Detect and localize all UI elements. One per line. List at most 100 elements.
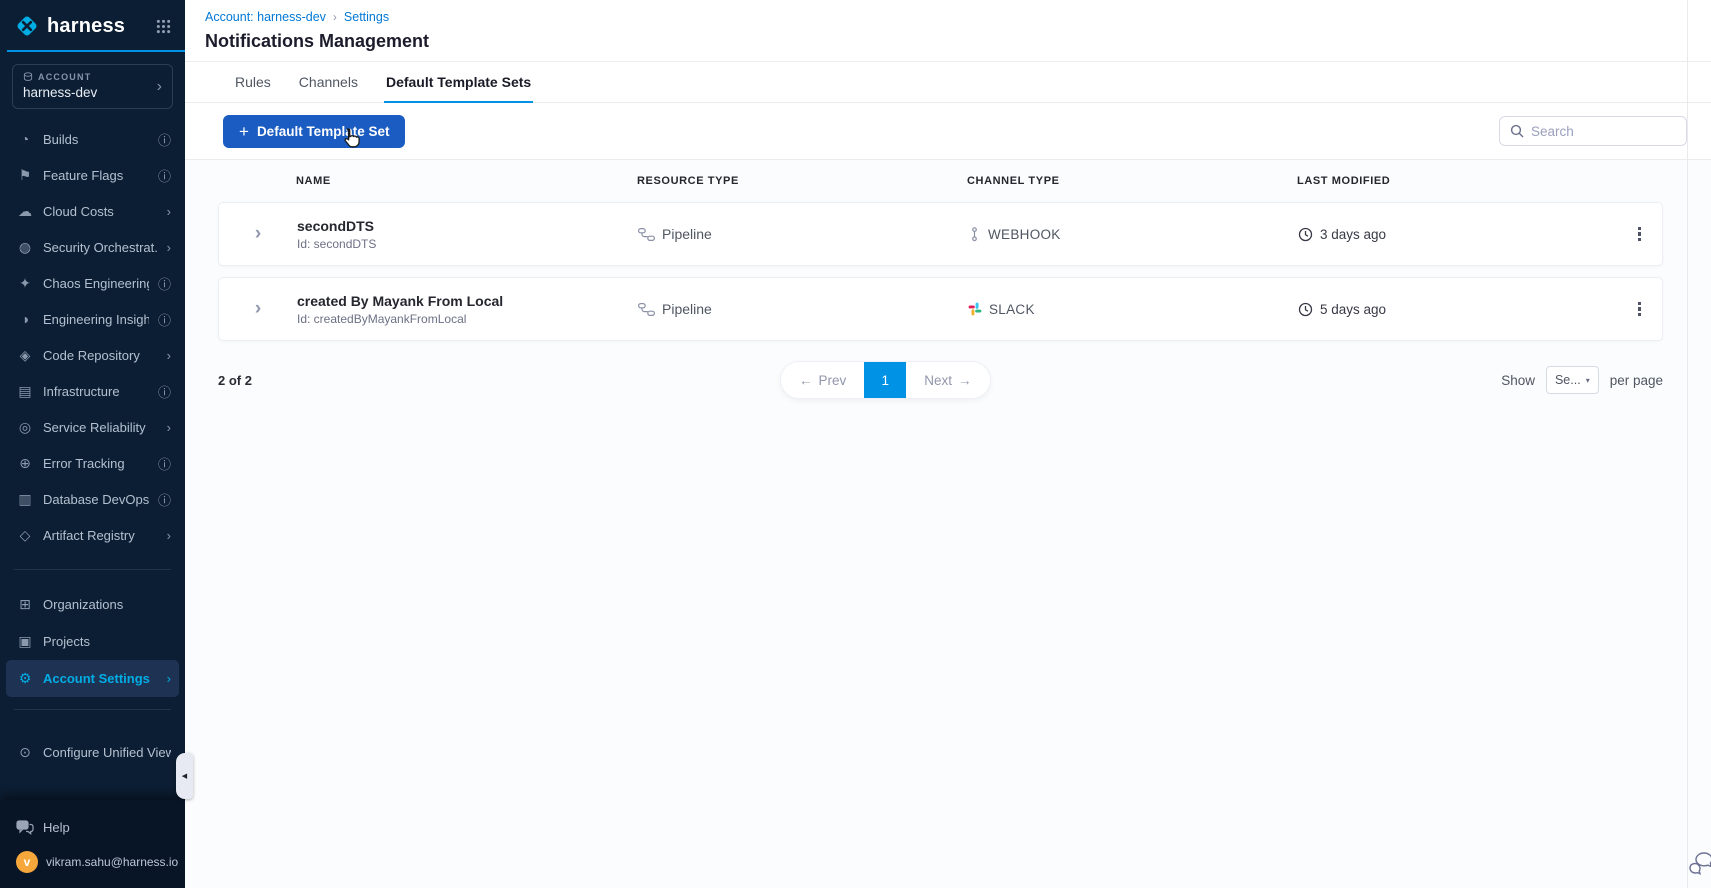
name-cell: created By Mayank From Local Id: created… bbox=[297, 292, 504, 326]
expand-chevron-icon[interactable]: › bbox=[219, 223, 297, 245]
harness-logo-icon bbox=[14, 13, 40, 39]
app-window: harness ACCOUNT harness-dev › ◔ Builds ⓘ… bbox=[0, 0, 1711, 888]
info-icon[interactable]: ⓘ bbox=[158, 490, 171, 509]
collapse-left-arrow-icon: ◀ bbox=[181, 773, 188, 780]
sidebar-item-code-repository[interactable]: ◈ Code Repository › bbox=[6, 337, 179, 373]
sidebar-item-service-reliability[interactable]: ◎ Service Reliability › bbox=[6, 409, 179, 445]
chevron-right-icon: › bbox=[166, 239, 171, 255]
show-label: Show bbox=[1501, 372, 1535, 388]
breadcrumb: Account: harness-dev › Settings bbox=[205, 10, 1711, 24]
infrastructure-icon: ▤ bbox=[18, 382, 32, 399]
info-icon[interactable]: ⓘ bbox=[158, 454, 171, 473]
sidebar-item-configure-unified-view[interactable]: ⊙ Configure Unified View bbox=[6, 734, 179, 771]
toolbar: + Default Template Set bbox=[185, 103, 1711, 160]
sidebar-item-security-orchestration[interactable]: ◍ Security Orchestrat... › bbox=[6, 229, 179, 265]
chevron-right-icon: › bbox=[166, 203, 171, 219]
sidebar-item-builds[interactable]: ◔ Builds ⓘ bbox=[6, 121, 179, 157]
clock-icon bbox=[1298, 302, 1313, 317]
sidebar-item-chaos-engineering[interactable]: ✦ Chaos Engineering ⓘ bbox=[6, 265, 179, 301]
gear-icon: ⚙ bbox=[18, 670, 32, 686]
column-header-resource-type: RESOURCE TYPE bbox=[637, 175, 739, 187]
info-icon[interactable]: ⓘ bbox=[158, 382, 171, 401]
chevron-right-icon: › bbox=[166, 671, 171, 686]
chevron-right-icon: › bbox=[166, 527, 171, 543]
sidebar-item-cloud-costs[interactable]: ☁ Cloud Costs › bbox=[6, 193, 179, 229]
tab-default-template-sets[interactable]: Default Template Sets bbox=[383, 62, 534, 103]
avatar: v bbox=[16, 851, 38, 873]
support-chat-widget-icon[interactable] bbox=[1688, 851, 1711, 880]
projects-icon: ▣ bbox=[18, 633, 32, 649]
pipeline-icon bbox=[638, 302, 655, 316]
configure-unified-view-icon: ⊙ bbox=[19, 744, 31, 760]
sidebar-item-infrastructure[interactable]: ▤ Infrastructure ⓘ bbox=[6, 373, 179, 409]
feature-flags-icon: ⚑ bbox=[18, 166, 32, 183]
sidebar-item-account-settings[interactable]: ⚙ Account Settings › bbox=[6, 660, 179, 697]
webhook-icon bbox=[968, 226, 981, 242]
search-box[interactable] bbox=[1499, 116, 1687, 146]
table-row[interactable]: › created By Mayank From Local Id: creat… bbox=[218, 277, 1663, 341]
info-icon[interactable]: ⓘ bbox=[158, 310, 171, 329]
chevron-down-icon: ▾ bbox=[1585, 375, 1590, 385]
security-shield-icon: ◍ bbox=[18, 238, 32, 255]
next-page-button[interactable]: Next → bbox=[906, 362, 989, 398]
right-edge-separator bbox=[1687, 0, 1688, 888]
info-icon[interactable]: ⓘ bbox=[158, 166, 171, 185]
help-button[interactable]: Help bbox=[16, 820, 169, 835]
pipeline-icon bbox=[638, 227, 655, 241]
sidebar-item-engineering-insights[interactable]: ◑ Engineering Insights ⓘ bbox=[6, 301, 179, 337]
clock-icon bbox=[1298, 227, 1313, 242]
sidebar-logo-row: harness bbox=[0, 0, 185, 39]
organizations-icon: ⊞ bbox=[19, 596, 31, 612]
database-devops-icon: ▥ bbox=[18, 490, 32, 507]
info-icon[interactable]: ⓘ bbox=[158, 274, 171, 293]
pager: ← Prev 1 Next → bbox=[780, 361, 991, 399]
service-reliability-icon: ◎ bbox=[18, 418, 32, 435]
page-number-1[interactable]: 1 bbox=[864, 362, 907, 398]
user-email: vikram.sahu@harness.io bbox=[46, 855, 179, 869]
table-row[interactable]: › secondDTS Id: secondDTS Pipeline WEBHO… bbox=[218, 202, 1663, 266]
tab-bar: Rules Channels Default Template Sets bbox=[185, 62, 1711, 103]
search-icon bbox=[1510, 124, 1524, 138]
account-label: ACCOUNT bbox=[38, 72, 92, 82]
sidebar-divider bbox=[14, 569, 171, 570]
sidebar-collapse-handle[interactable]: ◀ bbox=[176, 753, 193, 799]
row-menu-kebab-icon[interactable] bbox=[1629, 221, 1651, 248]
cloud-costs-icon: ☁ bbox=[18, 202, 32, 219]
column-header-last-modified: LAST MODIFIED bbox=[1297, 175, 1391, 187]
sidebar-item-error-tracking[interactable]: ⊕ Error Tracking ⓘ bbox=[6, 445, 179, 481]
name-cell: secondDTS Id: secondDTS bbox=[297, 217, 377, 251]
info-icon[interactable]: ⓘ bbox=[158, 130, 171, 149]
account-name: harness-dev bbox=[23, 85, 98, 100]
engineering-insights-icon: ◑ bbox=[20, 311, 30, 327]
tab-channels[interactable]: Channels bbox=[297, 62, 360, 103]
last-modified-cell: 5 days ago bbox=[1298, 302, 1615, 317]
per-page-label: per page bbox=[1609, 372, 1663, 388]
account-scope-selector[interactable]: ACCOUNT harness-dev › bbox=[12, 64, 173, 109]
sidebar-item-artifact-registry[interactable]: ◇ Artifact Registry › bbox=[6, 517, 179, 553]
channel-type-cell: SLACK bbox=[968, 302, 1298, 317]
sidebar-item-organizations[interactable]: ⊞ Organizations bbox=[6, 586, 179, 623]
app-launcher-grid-icon[interactable] bbox=[156, 19, 171, 34]
new-default-template-set-button[interactable]: + Default Template Set bbox=[223, 114, 406, 148]
tab-rules[interactable]: Rules bbox=[233, 62, 273, 103]
breadcrumb-settings-link[interactable]: Settings bbox=[344, 10, 389, 24]
module-accent-line bbox=[7, 50, 185, 52]
sidebar-item-projects[interactable]: ▣ Projects bbox=[6, 623, 179, 660]
user-profile[interactable]: v vikram.sahu@harness.io bbox=[16, 851, 178, 873]
prev-page-button[interactable]: ← Prev bbox=[781, 362, 864, 398]
plus-icon: + bbox=[239, 121, 249, 141]
row-count-label: 2 of 2 bbox=[218, 372, 252, 388]
main-content: Account: harness-dev › Settings Notifica… bbox=[185, 0, 1711, 888]
resource-type-cell: Pipeline bbox=[638, 226, 968, 242]
search-input[interactable] bbox=[1531, 123, 1676, 139]
column-header-name: NAME bbox=[296, 175, 331, 187]
row-menu-kebab-icon[interactable] bbox=[1629, 296, 1651, 323]
last-modified-cell: 3 days ago bbox=[1298, 227, 1615, 242]
breadcrumb-account-link[interactable]: Account: harness-dev bbox=[205, 10, 326, 24]
builds-icon: ◔ bbox=[20, 131, 30, 147]
expand-chevron-icon[interactable]: › bbox=[219, 298, 297, 320]
sidebar-item-feature-flags[interactable]: ⚑ Feature Flags ⓘ bbox=[6, 157, 179, 193]
page-size-select[interactable]: Se... ▾ bbox=[1545, 366, 1599, 394]
slack-icon bbox=[968, 302, 982, 316]
sidebar-item-database-devops[interactable]: ▥ Database DevOps ⓘ bbox=[6, 481, 179, 517]
